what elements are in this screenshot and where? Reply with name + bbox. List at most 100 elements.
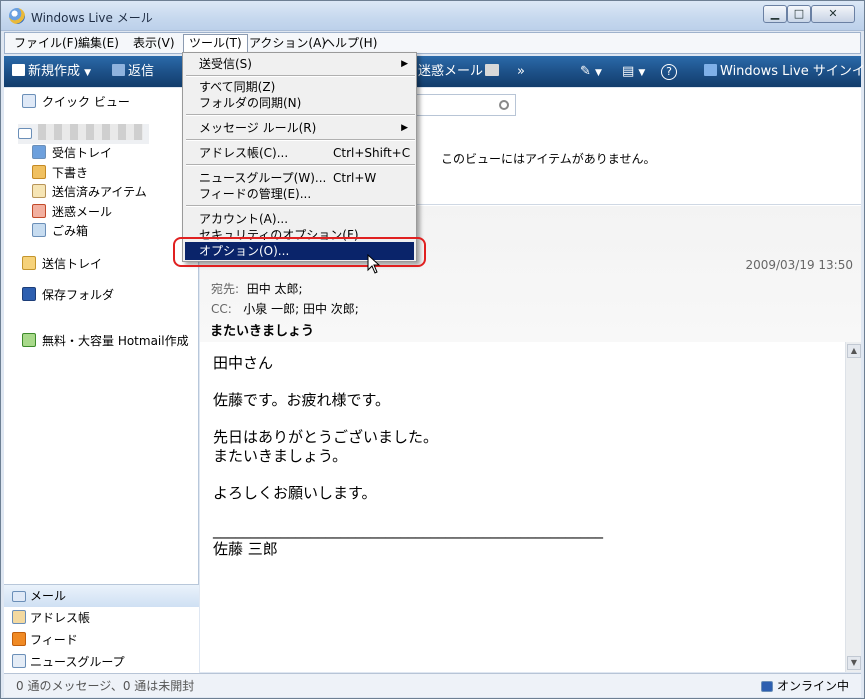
submenu-arrow-icon: ▶ (401, 123, 408, 133)
online-icon (760, 681, 773, 692)
quick-views[interactable]: クイック ビュー (22, 93, 130, 111)
close-button[interactable]: ✕ (811, 5, 855, 23)
hotmail-link-label: 無料・大容量 Hotmail作成 (42, 334, 189, 348)
nav-pane: メール アドレス帳 フィード ニュースグループ (4, 584, 199, 673)
highlight-callout (173, 237, 426, 267)
menu-newsgroups-label: ニュースグループ(W)... (199, 171, 327, 185)
tools-menu: 送受信(S) ▶ すべて同期(Z) フォルダの同期(N) メッセージ ルール(R)… (182, 52, 417, 262)
scroll-up-arrow-icon[interactable]: ▲ (847, 344, 861, 358)
new-mail-icon (12, 64, 25, 76)
menu-separator (186, 164, 415, 166)
folder-outbox-label: 送信トレイ (42, 257, 103, 271)
to-line: 宛先: 田中 太郎; (211, 280, 303, 297)
folder-outbox[interactable]: 送信トレイ (22, 255, 102, 273)
paintbrush-icon[interactable]: ✎ ▼ (580, 63, 602, 82)
submenu-arrow-icon: ▶ (401, 59, 408, 69)
reply-button[interactable]: 返信 (112, 63, 154, 80)
new-mail-button[interactable]: 新規作成 ▼ (12, 63, 91, 82)
menu-tools[interactable]: ツール(T) (183, 34, 248, 53)
menu-separator (186, 205, 415, 207)
to-value: 田中 太郎; (246, 282, 303, 296)
toolbar: 新規作成 ▼ 返信 迷惑メール » ✎ ▼ ▤ ▼ ? Windows Live… (4, 56, 865, 87)
more-button[interactable]: » (517, 63, 525, 80)
cc-line: CC: 小泉 一郎; 田中 次郎; (211, 300, 359, 317)
cc-value: 小泉 一郎; 田中 次郎; (243, 302, 359, 316)
menu-sync-folder[interactable]: フォルダの同期(N) (185, 94, 414, 112)
status-bar: 0 通のメッセージ、0 通は未開封 オンライン中 (4, 673, 861, 697)
message-date: 2009/03/19 13:50 (745, 258, 853, 272)
quick-views-label: クイック ビュー (42, 95, 130, 109)
nav-feeds[interactable]: フィード (4, 629, 199, 651)
trash-icon (32, 223, 46, 237)
add-account-icon (22, 333, 36, 347)
menu-message-rules[interactable]: メッセージ ルール(R) ▶ (185, 119, 414, 137)
folder-trash[interactable]: ごみ箱 (32, 222, 88, 240)
maximize-button[interactable]: □ (787, 5, 811, 23)
menu-address-book-label: アドレス帳(C)... (199, 146, 289, 160)
body-line: 佐藤です。お疲れ様です。 (213, 391, 391, 409)
menu-separator (186, 75, 415, 77)
menu-edit[interactable]: 編集(E) (73, 35, 124, 52)
windows-live-logo-icon (9, 8, 25, 24)
folder-drafts[interactable]: 下書き (32, 164, 88, 182)
sent-icon (32, 184, 46, 198)
signin-button[interactable]: Windows Live サインイン (704, 63, 865, 80)
search-box[interactable] (410, 94, 516, 116)
menu-manage-feeds[interactable]: フィードの管理(E)... (185, 185, 414, 203)
signin-label: Windows Live サインイン (720, 64, 865, 79)
message-subject: またいきましょう (210, 324, 315, 339)
windows-live-icon (704, 64, 717, 76)
menu-help[interactable]: ヘルプ(H) (318, 35, 382, 52)
reply-icon (112, 64, 125, 76)
title-bar: Windows Live メール ▁ □ ✕ (1, 1, 864, 31)
inbox-icon (32, 145, 46, 159)
online-status-label: オンライン中 (776, 679, 849, 693)
account-row[interactable] (18, 124, 149, 144)
help-icon[interactable]: ? (661, 64, 677, 80)
menu-send-receive[interactable]: 送受信(S) ▶ (185, 55, 414, 73)
shortcut-label: Ctrl+Shift+C (333, 146, 411, 160)
body-scrollbar[interactable]: ▲ ▼ (845, 342, 861, 672)
body-line: 先日はありがとうございました。 またいきましょう。 (213, 428, 439, 465)
window-title: Windows Live メール (31, 11, 153, 25)
newsgroup-icon (12, 654, 26, 668)
junk-button[interactable]: 迷惑メール (418, 63, 483, 80)
outbox-icon (22, 256, 36, 270)
signature: ________________________________________… (213, 521, 603, 558)
status-message-count: 0 通のメッセージ、0 通は未開封 (16, 679, 195, 693)
minimize-button[interactable]: ▁ (763, 5, 787, 23)
storage-folder-icon (22, 287, 36, 301)
menu-separator (186, 114, 415, 116)
folder-junk-label: 迷惑メール (52, 205, 113, 219)
menu-address-book[interactable]: アドレス帳(C)... Ctrl+Shift+C (185, 144, 414, 162)
search-icon (499, 100, 509, 110)
cc-label: CC: (211, 302, 232, 316)
junk-icon (32, 204, 46, 218)
menu-send-receive-label: 送受信(S) (199, 57, 252, 71)
reply-label: 返信 (128, 64, 155, 79)
mouse-cursor-icon (367, 254, 381, 274)
body-line: よろしくお願いします。 (213, 484, 377, 502)
folder-inbox[interactable]: 受信トレイ (32, 144, 112, 162)
to-label: 宛先: (211, 282, 240, 296)
menu-bar: ファイル(F) 編集(E) 表示(V) ツール(T) アクション(A) ヘルプ(… (4, 32, 861, 54)
print-icon[interactable] (485, 63, 502, 80)
folder-storage[interactable]: 保存フォルダ (22, 286, 114, 304)
hotmail-link[interactable]: 無料・大容量 Hotmail作成 (22, 332, 189, 350)
nav-contacts[interactable]: アドレス帳 (4, 607, 199, 629)
drafts-icon (32, 165, 46, 179)
nav-newsgroups[interactable]: ニュースグループ (4, 651, 199, 673)
folder-sent[interactable]: 送信済みアイテム (32, 183, 147, 201)
menu-view[interactable]: 表示(V) (128, 35, 180, 52)
nav-feeds-label: フィード (30, 633, 78, 647)
nav-mail[interactable]: メール (4, 585, 199, 607)
folder-sent-label: 送信済みアイテム (52, 185, 147, 199)
new-mail-label: 新規作成 (28, 64, 81, 79)
folder-junk[interactable]: 迷惑メール (32, 203, 112, 221)
layout-icon[interactable]: ▤ ▼ (622, 63, 645, 82)
menu-message-rules-label: メッセージ ルール(R) (199, 121, 317, 135)
quick-views-icon (22, 94, 36, 108)
nav-contacts-label: アドレス帳 (30, 611, 91, 625)
scroll-down-arrow-icon[interactable]: ▼ (847, 656, 861, 670)
folder-inbox-label: 受信トレイ (52, 146, 113, 160)
